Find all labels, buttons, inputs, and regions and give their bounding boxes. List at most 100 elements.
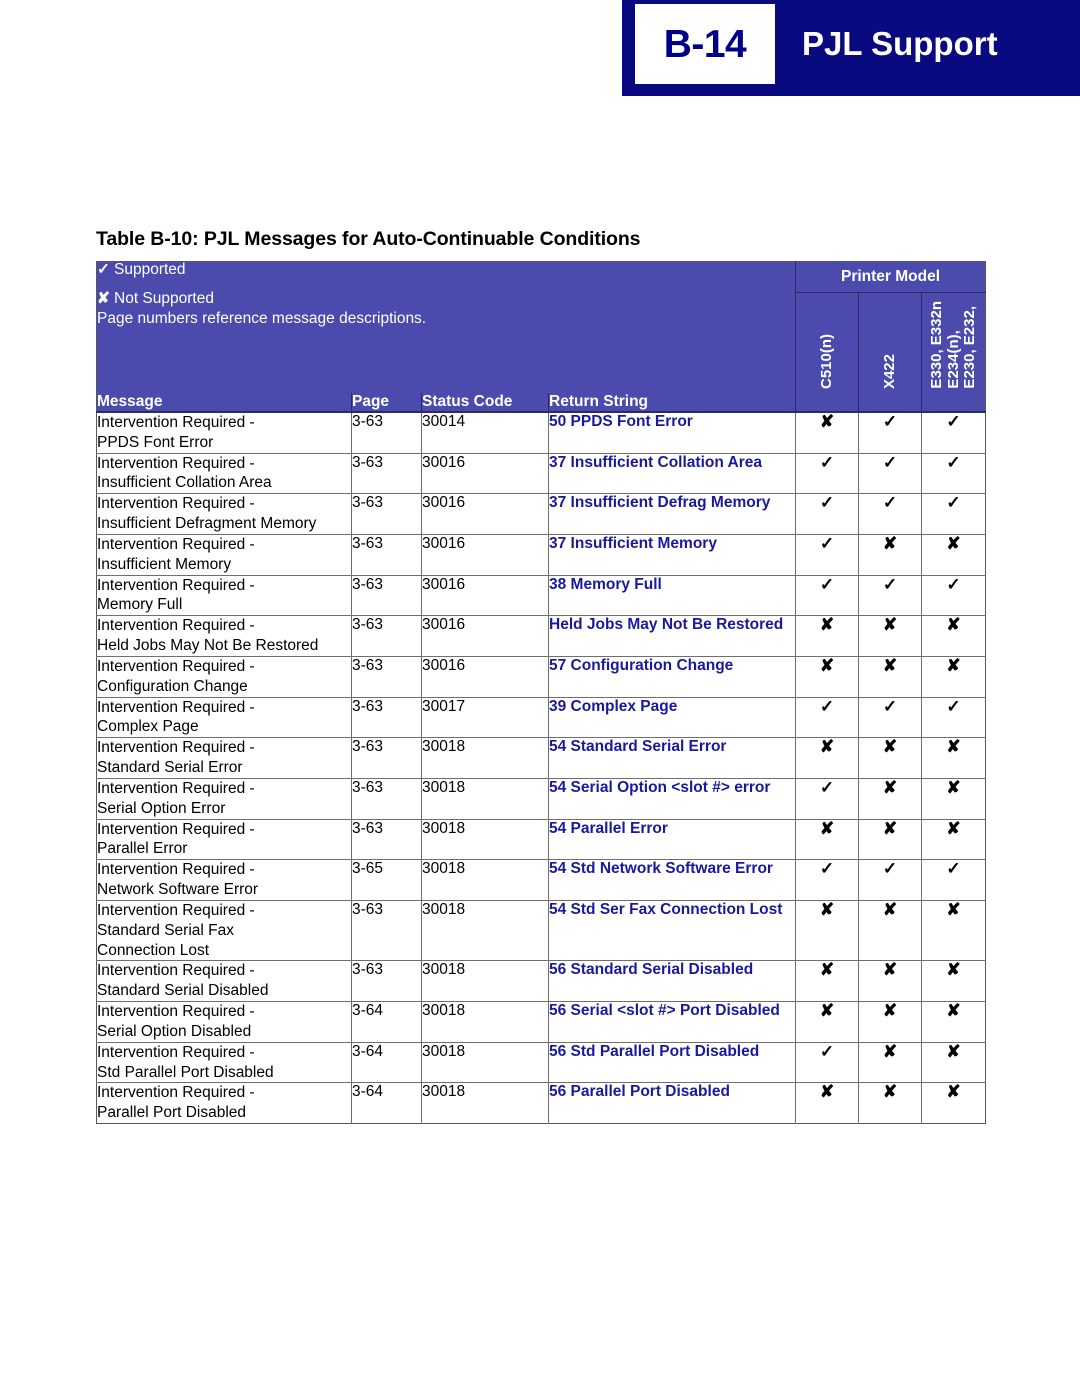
cell-message: Intervention Required - Insufficient Coll…: [96, 452, 352, 494]
model-label-c510n: C510(n): [818, 333, 836, 389]
table-row: Intervention Required - Standard Serial D…: [96, 960, 986, 1002]
cell-support-2: ✓: [858, 696, 922, 738]
page-number-label: B-14: [663, 22, 747, 66]
message-line: Standard Serial Fax: [97, 921, 234, 939]
cell-return-string: 56 Std Parallel Port Disabled: [548, 1041, 796, 1083]
message-line: Insufficient Memory: [97, 555, 232, 573]
cell-status-code: 30016: [421, 574, 549, 616]
cell-support-2: ✓: [858, 493, 922, 535]
cell-support-2: ✓: [858, 859, 922, 901]
cell-support-1: ✓: [795, 452, 859, 494]
cell-support-3: ✘: [920, 777, 986, 820]
message-line: Intervention Required -: [97, 454, 255, 472]
cell-support-3: ✓: [920, 452, 986, 494]
cell-return-string: 39 Complex Page: [548, 696, 796, 738]
cell-support-2: ✘: [858, 960, 922, 1002]
column-header-support-1: [795, 393, 859, 412]
cell-page: 3-63: [351, 493, 422, 535]
cell-status-code: 30017: [421, 696, 549, 738]
cell-page: 3-63: [351, 615, 422, 657]
message-line: Insufficient Defragment Memory: [97, 515, 317, 533]
message-line: PPDS Font Error: [97, 433, 214, 451]
cell-support-1: ✘: [795, 615, 859, 657]
table-row: Intervention Required - Network Software …: [96, 859, 986, 901]
cell-status-code: 30018: [421, 1082, 549, 1124]
cell-message: Intervention Required - Std Parallel Port…: [96, 1041, 352, 1083]
message-line: Complex Page: [97, 718, 199, 736]
cell-status-code: 30018: [421, 899, 549, 961]
message-line: Intervention Required -: [97, 901, 255, 919]
cell-support-1: ✓: [795, 777, 859, 820]
message-line: Network Software Error: [97, 881, 259, 899]
legend-note: Page numbers reference message descripti…: [97, 310, 427, 327]
table-row: Intervention Required - Configuration Cha…: [96, 655, 986, 698]
cell-page: 3-63: [351, 655, 422, 698]
cell-message: Intervention Required - Serial Option Err…: [96, 777, 352, 820]
cell-page: 3-63: [351, 960, 422, 1002]
cell-support-3: ✘: [920, 655, 986, 698]
table-row: Intervention Required - Parallel Error 3-6…: [96, 818, 986, 860]
cell-support-3: ✘: [920, 737, 986, 779]
cell-support-3: ✘: [920, 615, 986, 657]
message-line: Intervention Required -: [97, 1084, 255, 1102]
cell-page: 3-64: [351, 1001, 422, 1043]
legend-block: ✓ Supported ✘ Not Supported Page numbers r…: [96, 261, 796, 393]
cell-status-code: 30014: [421, 410, 549, 454]
cell-message: Intervention Required - Standard Serial D…: [96, 960, 352, 1002]
cell-support-2: ✓: [858, 452, 922, 494]
check-icon: ✓: [97, 261, 110, 278]
cell-page: 3-63: [351, 899, 422, 961]
cell-message: Intervention Required - Insufficient Defr…: [96, 493, 352, 535]
table-row: Intervention Required - Serial Option Dis…: [96, 1001, 986, 1043]
cell-message: Intervention Required - Held Jobs May Not…: [96, 615, 352, 657]
model-label-e-series-line3: E330, E332n: [927, 301, 945, 389]
cell-message: Intervention Required - Insufficient Memo…: [96, 533, 352, 576]
message-line: Memory Full: [97, 596, 183, 614]
cell-status-code: 30016: [421, 452, 549, 494]
cell-support-3: ✘: [920, 1041, 986, 1083]
cell-status-code: 30018: [421, 1041, 549, 1083]
cell-support-1: ✘: [795, 410, 859, 454]
cell-support-3: ✓: [920, 574, 986, 616]
cell-support-3: ✓: [920, 410, 986, 454]
message-line: Serial Option Disabled: [97, 1022, 252, 1040]
cell-return-string: 38 Memory Full: [548, 574, 796, 616]
legend-not-supported-label: Not Supported: [114, 289, 214, 307]
message-line: Intervention Required -: [97, 861, 255, 879]
cell-message: Intervention Required - Network Software …: [96, 859, 352, 901]
cell-page: 3-63: [351, 777, 422, 820]
cell-message: Intervention Required - PPDS Font Error: [96, 410, 352, 454]
message-line: Serial Option Error: [97, 799, 226, 817]
table-row: Intervention Required - Held Jobs May Not…: [96, 615, 986, 657]
cell-status-code: 30016: [421, 533, 549, 576]
message-line: Connection Lost: [97, 941, 210, 959]
cell-return-string: 57 Configuration Change: [548, 655, 796, 698]
printer-model-group-header: Printer Model: [794, 261, 986, 293]
cell-return-string: 56 Standard Serial Disabled: [548, 960, 796, 1002]
page-number-badge: B-14: [635, 4, 775, 84]
cell-support-1: ✘: [795, 655, 859, 698]
cell-return-string: 56 Serial <slot #> Port Disabled: [548, 1001, 796, 1043]
cell-support-1: ✓: [795, 859, 859, 901]
page-header-banner: B-14 PJL Support: [622, 0, 1080, 96]
message-line: Insufficient Collation Area: [97, 474, 272, 492]
message-line: Intervention Required -: [97, 576, 255, 594]
cell-support-2: ✘: [858, 1041, 922, 1083]
cell-status-code: 30016: [421, 655, 549, 698]
message-line: Intervention Required -: [97, 739, 255, 757]
message-line: Configuration Change: [97, 677, 248, 695]
message-line: Intervention Required -: [97, 414, 255, 431]
cell-status-code: 30016: [421, 493, 549, 535]
column-header-message: Message: [96, 393, 352, 412]
cell-message: Intervention Required - Configuration Cha…: [96, 655, 352, 698]
table-body: Intervention Required - PPDS Font Error 3-…: [96, 410, 986, 1124]
message-line: Intervention Required -: [97, 617, 255, 635]
cell-support-3: ✘: [920, 960, 986, 1002]
table-row: Intervention Required - Memory Full 3-63 30…: [96, 574, 986, 616]
pjl-messages-table: ✓ Supported ✘ Not Supported Page numbers r…: [96, 261, 987, 1124]
table-caption: Table B-10: PJL Messages for Auto-Contin…: [96, 228, 641, 250]
cell-message: Intervention Required - Serial Option Dis…: [96, 1001, 352, 1043]
model-label-e-series-line1: E230, E232,: [961, 306, 979, 389]
legend-supported: ✓ Supported: [97, 262, 795, 291]
table-row: Intervention Required - Insufficient Defr…: [96, 493, 986, 535]
